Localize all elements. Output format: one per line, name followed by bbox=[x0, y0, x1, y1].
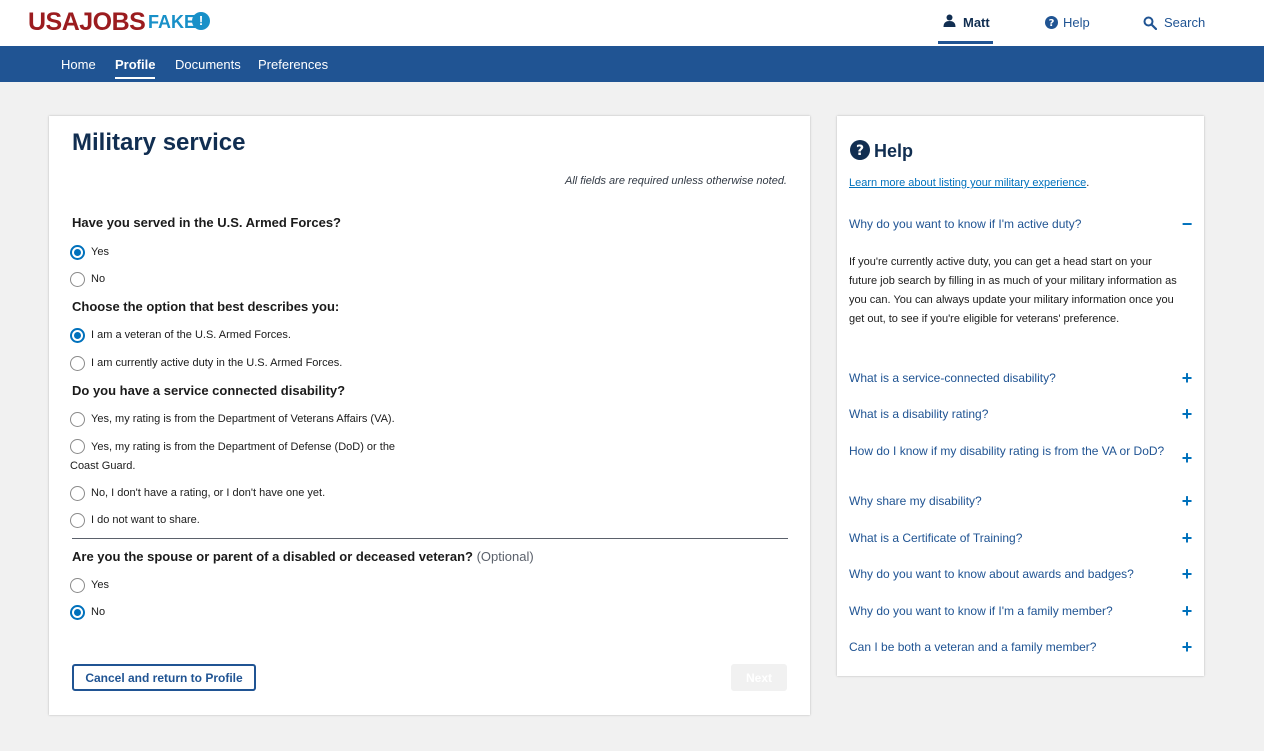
question-armed-forces: Have you served in the U.S. Armed Forces… bbox=[72, 215, 341, 230]
alert-badge-icon: ! bbox=[192, 12, 210, 30]
question-spouse-parent: Are you the spouse or parent of a disabl… bbox=[72, 549, 534, 564]
plus-icon: + bbox=[1181, 528, 1193, 548]
plus-icon: + bbox=[1181, 637, 1193, 657]
help-learn-more: Learn more about listing your military e… bbox=[849, 177, 1089, 189]
nav-user-menu[interactable]: Matt bbox=[938, 0, 993, 46]
subnav-home[interactable]: Home bbox=[61, 57, 96, 72]
radio-label: No, I don't have a rating, or I don't ha… bbox=[91, 487, 326, 499]
section-divider bbox=[72, 538, 788, 539]
radio-label: Yes bbox=[91, 579, 109, 591]
plus-icon: + bbox=[1181, 601, 1193, 621]
radio-label: I am currently active duty in the U.S. A… bbox=[91, 357, 343, 369]
search-icon bbox=[1143, 16, 1158, 33]
usajobs-logo[interactable]: USAJOBS bbox=[28, 8, 146, 37]
subnav-profile[interactable]: Profile bbox=[115, 57, 156, 79]
search-label: Search bbox=[1164, 15, 1206, 30]
radio-label: No bbox=[91, 606, 106, 618]
accordion-label: What is a Certificate of Training? bbox=[849, 531, 1023, 545]
plus-icon: + bbox=[1181, 368, 1193, 388]
accordion-service-connected[interactable]: What is a service-connected disability? … bbox=[849, 368, 1194, 388]
question-disability: Do you have a service connected disabili… bbox=[72, 383, 346, 398]
radio-button[interactable] bbox=[70, 486, 85, 501]
radio-button[interactable] bbox=[70, 578, 85, 593]
plus-icon: + bbox=[1181, 404, 1193, 424]
plus-icon: + bbox=[1181, 491, 1193, 511]
accordion-certificate-training[interactable]: What is a Certificate of Training? + bbox=[849, 528, 1194, 548]
accordion-label: Why do you want to know if I'm active du… bbox=[849, 217, 1082, 231]
optional-text: (Optional) bbox=[476, 549, 534, 564]
question-describes-you: Choose the option that best describes yo… bbox=[72, 299, 340, 314]
link-suffix: . bbox=[1086, 177, 1090, 189]
accordion-label: What is a disability rating? bbox=[849, 407, 989, 421]
accordion-active-duty-content: If you're currently active duty, you can… bbox=[849, 256, 1177, 325]
radio-label: Yes bbox=[91, 246, 109, 258]
help-panel: ? Help Learn more about listing your mil… bbox=[837, 116, 1204, 676]
radio-button[interactable] bbox=[70, 245, 85, 260]
active-underline bbox=[938, 41, 993, 44]
question-circle-icon: ? bbox=[1045, 16, 1058, 32]
accordion-label: Why do you want to know about awards and… bbox=[849, 567, 1134, 581]
question-label: Are you the spouse or parent of a disabl… bbox=[72, 549, 473, 564]
user-name: Matt bbox=[963, 15, 990, 30]
learn-more-link[interactable]: Learn more about listing your military e… bbox=[849, 177, 1086, 189]
accordion-label: How do I know if my disability rating is… bbox=[849, 444, 1165, 458]
accordion-label: Can I be both a veteran and a family mem… bbox=[849, 640, 1097, 654]
cancel-return-profile-button[interactable]: Cancel and return to Profile bbox=[72, 664, 256, 691]
military-service-form: Military service All fields are required… bbox=[49, 116, 810, 715]
accordion-share-disability[interactable]: Why share my disability? + bbox=[849, 491, 1194, 511]
accordion-label: Why share my disability? bbox=[849, 494, 982, 508]
radio-label: I am a veteran of the U.S. Armed Forces. bbox=[91, 329, 291, 341]
question-circle-icon: ? bbox=[850, 140, 870, 165]
accordion-active-duty[interactable]: Why do you want to know if I'm active du… bbox=[849, 214, 1194, 234]
svg-text:?: ? bbox=[856, 143, 864, 159]
plus-icon: + bbox=[1181, 448, 1193, 468]
accordion-veteran-and-family[interactable]: Can I be both a veteran and a family mem… bbox=[849, 637, 1194, 657]
page-title: Military service bbox=[72, 129, 246, 156]
top-header: USAJOBS FAKE ! Matt ? Help Search bbox=[0, 0, 1264, 46]
radio-label: I do not want to share. bbox=[91, 514, 200, 526]
subnav-documents[interactable]: Documents bbox=[175, 57, 241, 72]
accordion-disability-rating[interactable]: What is a disability rating? + bbox=[849, 404, 1194, 424]
required-note: All fields are required unless otherwise… bbox=[565, 175, 787, 187]
radio-button[interactable] bbox=[70, 605, 85, 620]
profile-subnav: Home Profile Documents Preferences bbox=[0, 46, 1264, 82]
radio-button[interactable] bbox=[70, 272, 85, 287]
accordion-rating-source[interactable]: How do I know if my disability rating is… bbox=[849, 444, 1194, 472]
plus-icon: + bbox=[1181, 564, 1193, 584]
radio-button[interactable] bbox=[70, 412, 85, 427]
radio-button[interactable] bbox=[70, 513, 85, 528]
svg-text:?: ? bbox=[1049, 18, 1055, 29]
accordion-label: Why do you want to know if I'm a family … bbox=[849, 604, 1113, 618]
minus-icon: − bbox=[1181, 214, 1193, 234]
accordion-label: What is a service-connected disability? bbox=[849, 371, 1056, 385]
next-button[interactable]: Next bbox=[731, 664, 787, 691]
user-icon bbox=[943, 14, 956, 32]
radio-label: Yes, my rating is from the Department of… bbox=[70, 441, 396, 472]
radio-label: No bbox=[91, 273, 106, 285]
fake-tag: FAKE bbox=[148, 12, 197, 32]
radio-button[interactable] bbox=[70, 328, 85, 343]
help-label: Help bbox=[1063, 15, 1090, 30]
radio-button[interactable] bbox=[70, 356, 85, 371]
accordion-awards-badges[interactable]: Why do you want to know about awards and… bbox=[849, 564, 1194, 584]
subnav-preferences[interactable]: Preferences bbox=[258, 57, 328, 72]
radio-label: Yes, my rating is from the Department of… bbox=[91, 413, 395, 425]
help-title: Help bbox=[874, 141, 914, 161]
accordion-family-member[interactable]: Why do you want to know if I'm a family … bbox=[849, 601, 1194, 621]
